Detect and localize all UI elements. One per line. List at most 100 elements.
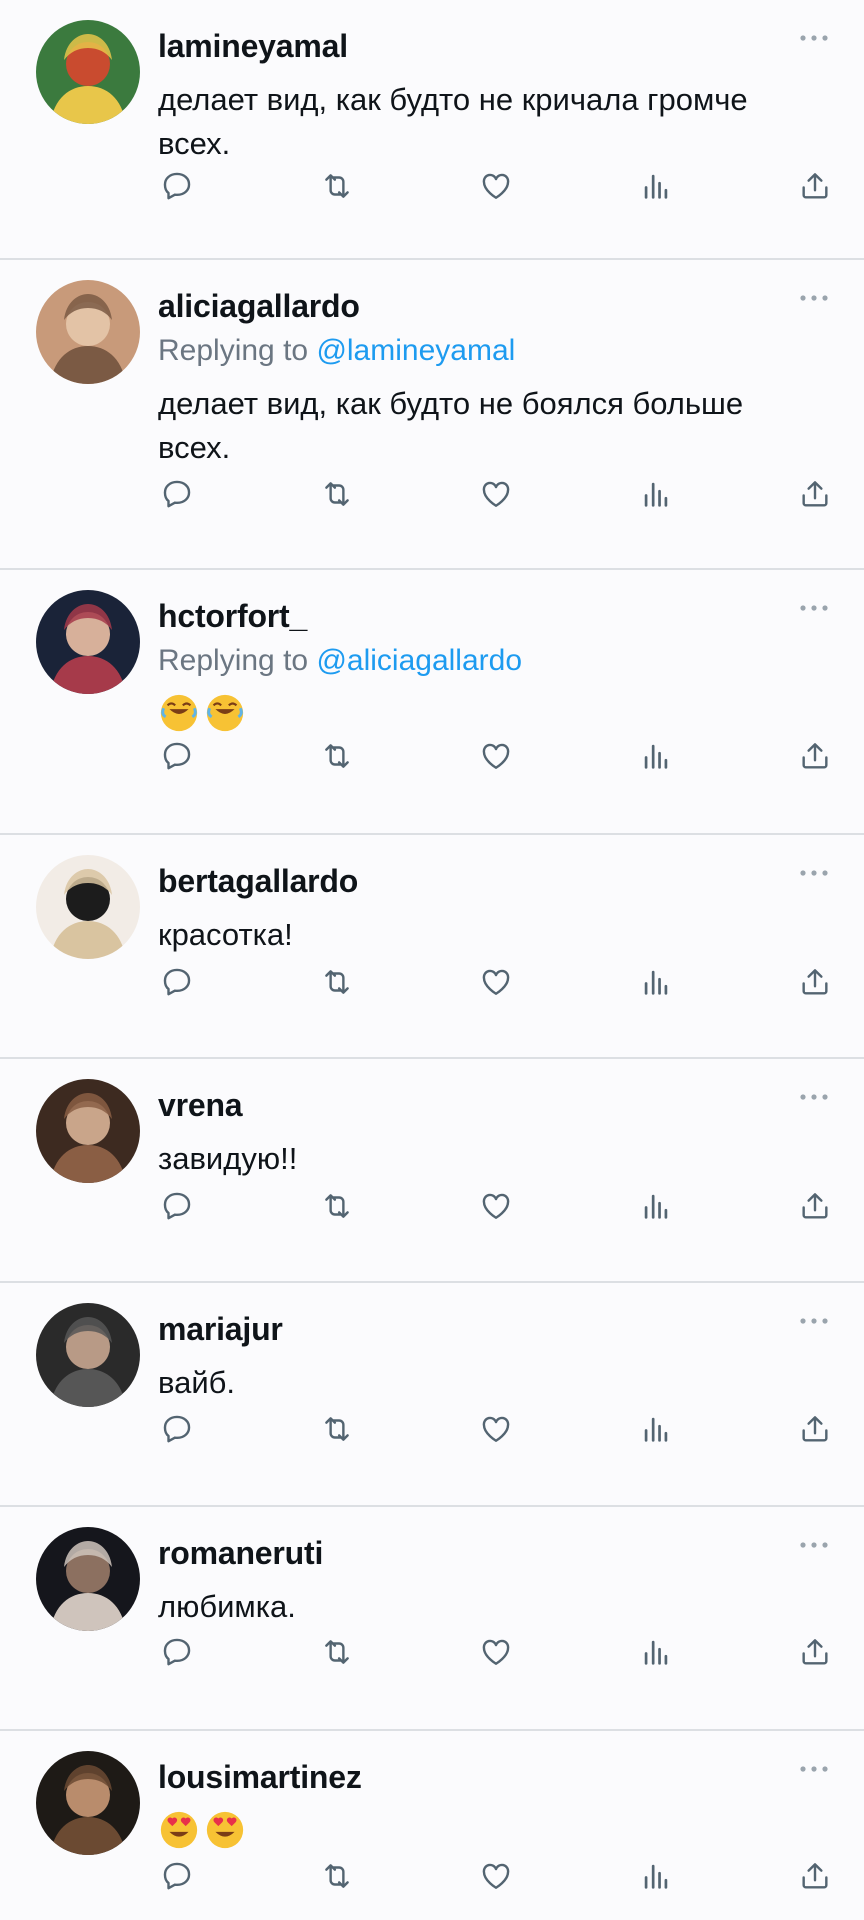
retweet-icon[interactable]	[318, 1633, 356, 1671]
more-icon[interactable]	[798, 30, 830, 46]
username[interactable]: romaneruti	[158, 1531, 824, 1575]
share-icon[interactable]	[796, 1857, 834, 1895]
tweet-body: lamineyamal делает вид, как будто не крич…	[158, 24, 824, 166]
views-icon[interactable]	[637, 963, 675, 1001]
share-icon[interactable]	[796, 737, 834, 775]
avatar[interactable]	[36, 1527, 140, 1631]
heart-icon[interactable]	[477, 1410, 515, 1448]
reply-icon[interactable]	[158, 1633, 196, 1671]
retweet-icon[interactable]	[318, 1410, 356, 1448]
views-icon[interactable]	[637, 167, 675, 205]
tweet-item[interactable]: lamineyamal делает вид, как будто не крич…	[0, 0, 864, 260]
tweet-item[interactable]: vrena завидую!!	[0, 1059, 864, 1283]
heart-icon[interactable]	[477, 475, 515, 513]
share-icon[interactable]	[796, 963, 834, 1001]
tweet-item[interactable]: lousimartinez	[0, 1731, 864, 1920]
tweet-body: lousimartinez	[158, 1755, 824, 1853]
retweet-icon[interactable]	[318, 167, 356, 205]
username[interactable]: lamineyamal	[158, 24, 824, 68]
more-icon[interactable]	[798, 1089, 830, 1105]
share-icon[interactable]	[796, 1410, 834, 1448]
more-icon[interactable]	[798, 865, 830, 881]
tweet-body: mariajur вайб.	[158, 1307, 824, 1405]
retweet-icon[interactable]	[318, 475, 356, 513]
username[interactable]: aliciagallardo	[158, 284, 824, 328]
emoji-tears-of-joy-icon	[160, 694, 198, 732]
tweet-text: завидую!!	[158, 1141, 298, 1176]
avatar[interactable]	[36, 1303, 140, 1407]
retweet-icon[interactable]	[318, 963, 356, 1001]
views-icon[interactable]	[637, 1857, 675, 1895]
emoji-row	[158, 1809, 824, 1853]
views-icon[interactable]	[637, 737, 675, 775]
username[interactable]: lousimartinez	[158, 1755, 824, 1799]
heart-icon[interactable]	[477, 1187, 515, 1225]
tweet-text: вайб.	[158, 1365, 236, 1400]
reply-icon[interactable]	[158, 963, 196, 1001]
tweet-item[interactable]: hctorfort_ Replying to @aliciagallardo	[0, 570, 864, 835]
tweet-item[interactable]: romaneruti любимка.	[0, 1507, 864, 1731]
replying-to: Replying to @lamineyamal	[158, 330, 824, 372]
retweet-icon[interactable]	[318, 1857, 356, 1895]
retweet-icon[interactable]	[318, 1187, 356, 1225]
views-icon[interactable]	[637, 1633, 675, 1671]
heart-icon[interactable]	[477, 167, 515, 205]
replying-to: Replying to @aliciagallardo	[158, 640, 824, 682]
tweet-body: aliciagallardo Replying to @lamineyamal де…	[158, 284, 824, 470]
views-icon[interactable]	[637, 475, 675, 513]
heart-icon[interactable]	[477, 1633, 515, 1671]
share-icon[interactable]	[796, 1633, 834, 1671]
reply-icon[interactable]	[158, 1857, 196, 1895]
views-icon[interactable]	[637, 1410, 675, 1448]
more-icon[interactable]	[798, 600, 830, 616]
tweet-actions	[158, 1187, 834, 1225]
heart-icon[interactable]	[477, 737, 515, 775]
avatar[interactable]	[36, 590, 140, 694]
replying-to-label: Replying to	[158, 334, 309, 367]
share-icon[interactable]	[796, 167, 834, 205]
tweet-text: красотка!	[158, 917, 293, 952]
emoji-heart-eyes-icon	[160, 1811, 198, 1849]
tweet-item[interactable]: aliciagallardo Replying to @lamineyamal де…	[0, 260, 864, 570]
tweet-body: vrena завидую!!	[158, 1083, 824, 1181]
avatar[interactable]	[36, 1751, 140, 1855]
heart-icon[interactable]	[477, 1857, 515, 1895]
share-icon[interactable]	[796, 1187, 834, 1225]
avatar[interactable]	[36, 855, 140, 959]
tweet-body: bertagallardo красотка!	[158, 859, 824, 957]
retweet-icon[interactable]	[318, 737, 356, 775]
tweet-actions	[158, 737, 834, 775]
reply-icon[interactable]	[158, 1410, 196, 1448]
username[interactable]: vrena	[158, 1083, 824, 1127]
avatar[interactable]	[36, 20, 140, 124]
tweet-text: делает вид, как будто не боялся больше в…	[158, 386, 744, 465]
reply-icon[interactable]	[158, 1187, 196, 1225]
tweet-actions	[158, 475, 834, 513]
tweet-actions	[158, 1857, 834, 1895]
reply-icon[interactable]	[158, 167, 196, 205]
tweet-item[interactable]: mariajur вайб.	[0, 1283, 864, 1507]
emoji-tears-of-joy-icon	[206, 694, 244, 732]
avatar[interactable]	[36, 280, 140, 384]
username[interactable]: mariajur	[158, 1307, 824, 1351]
tweet-actions	[158, 1410, 834, 1448]
tweet-text: делает вид, как будто не кричала громче …	[158, 82, 748, 161]
more-icon[interactable]	[798, 1537, 830, 1553]
reply-icon[interactable]	[158, 737, 196, 775]
replying-to-label: Replying to	[158, 644, 309, 677]
more-icon[interactable]	[798, 1313, 830, 1329]
username[interactable]: bertagallardo	[158, 859, 824, 903]
heart-icon[interactable]	[477, 963, 515, 1001]
more-icon[interactable]	[798, 290, 830, 306]
reply-handle-link[interactable]: @aliciagallardo	[316, 644, 522, 677]
reply-handle-link[interactable]: @lamineyamal	[316, 334, 515, 367]
tweet-body: romaneruti любимка.	[158, 1531, 824, 1629]
share-icon[interactable]	[796, 475, 834, 513]
reply-icon[interactable]	[158, 475, 196, 513]
username[interactable]: hctorfort_	[158, 594, 824, 638]
avatar[interactable]	[36, 1079, 140, 1183]
tweet-body: hctorfort_ Replying to @aliciagallardo	[158, 594, 824, 736]
views-icon[interactable]	[637, 1187, 675, 1225]
tweet-item[interactable]: bertagallardo красотка!	[0, 835, 864, 1059]
more-icon[interactable]	[798, 1761, 830, 1777]
